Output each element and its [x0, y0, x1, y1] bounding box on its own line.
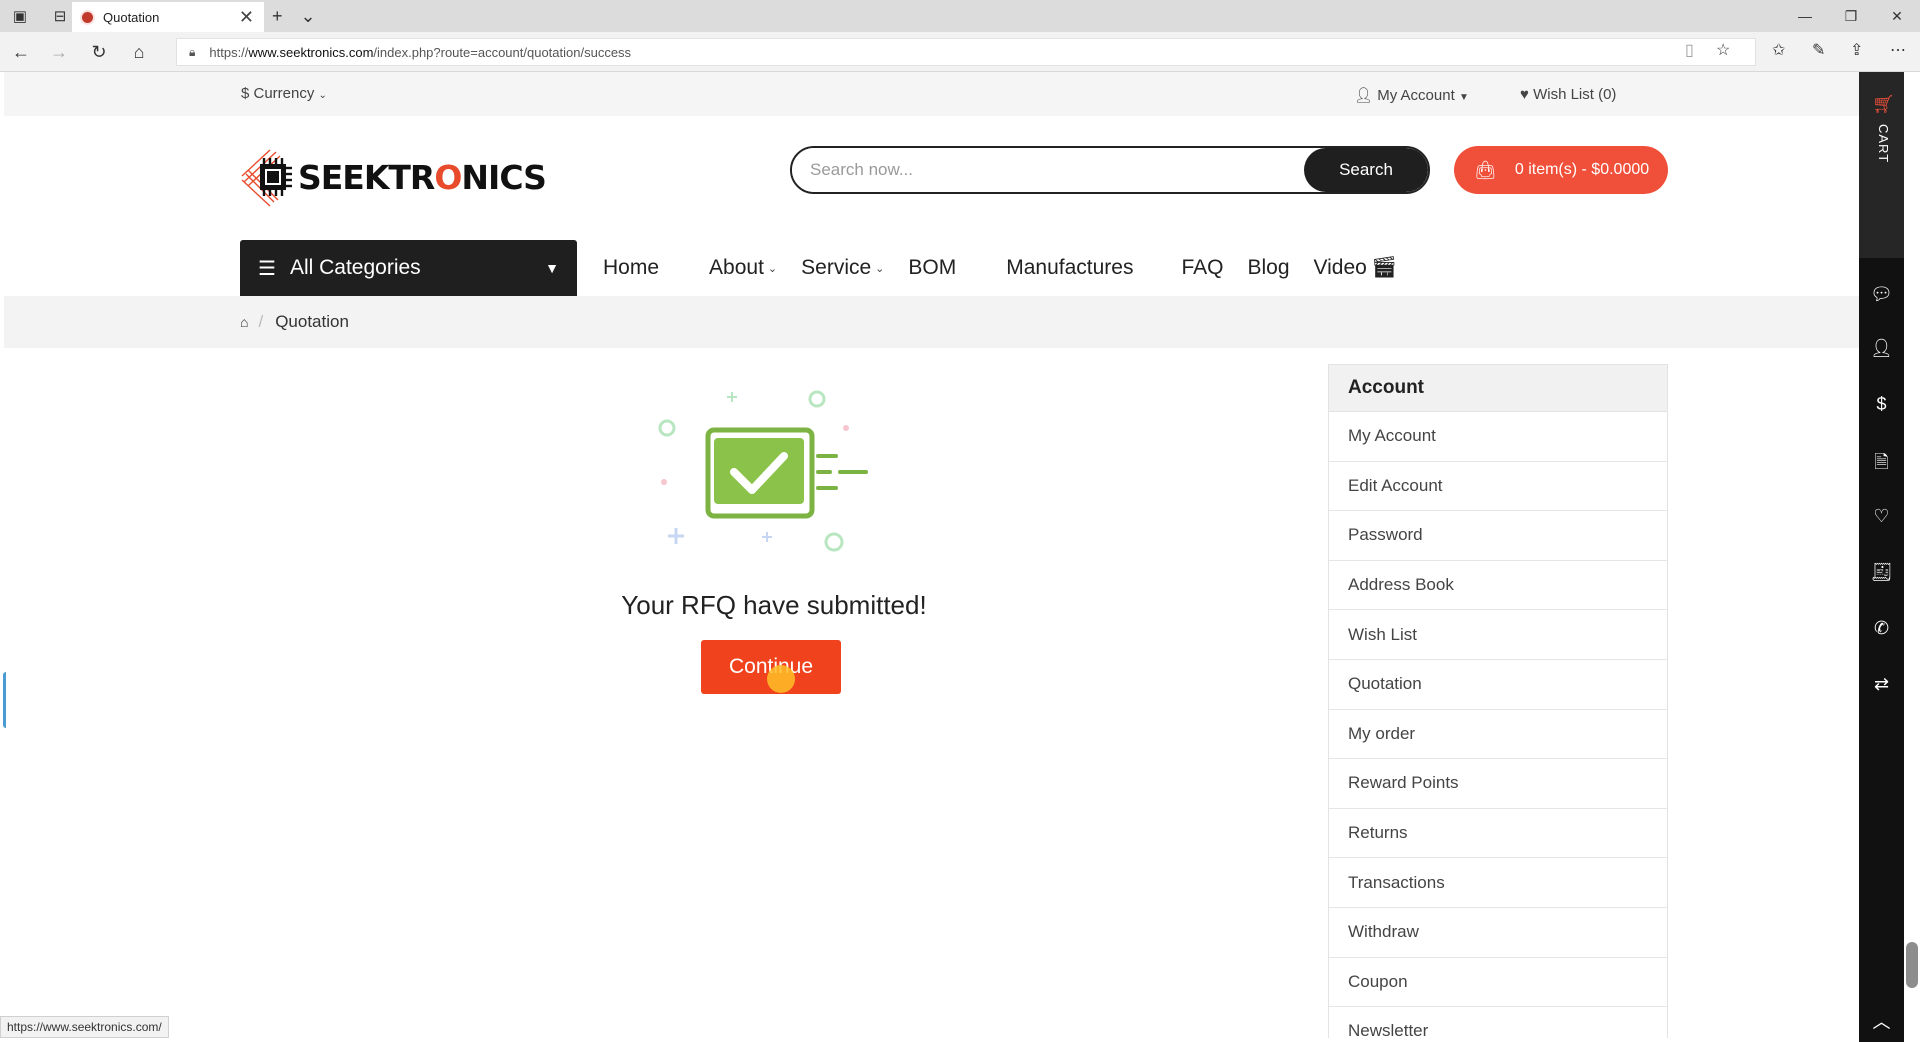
lock-icon: 🔒︎: [189, 44, 196, 59]
more-icon[interactable]: ⋯: [1890, 40, 1906, 60]
notes-pen-icon[interactable]: ✎: [1812, 40, 1825, 60]
left-edge-indicator: [3, 672, 9, 728]
chat-icon[interactable]: 💬︎: [1859, 284, 1904, 305]
account-panel-title: Account: [1329, 365, 1667, 412]
nav-service[interactable]: Service ⌄: [801, 256, 884, 280]
heart-icon[interactable]: ♡: [1859, 506, 1904, 527]
favorites-list-icon[interactable]: ✩: [1772, 40, 1785, 60]
chip-logo-icon: [241, 149, 292, 207]
url-path: /index.php?route=account/quotation/succe…: [373, 44, 632, 60]
user-icon[interactable]: 👤︎: [1859, 338, 1904, 359]
favicon-icon: [82, 11, 93, 23]
account-link-newsletter[interactable]: Newsletter: [1329, 1007, 1667, 1038]
back-icon[interactable]: ←: [8, 40, 34, 64]
nav-manufactures[interactable]: Manufactures: [1006, 256, 1133, 280]
close-window-icon[interactable]: ✕: [1874, 0, 1920, 32]
sidebar-cart-label: CART: [1876, 124, 1891, 164]
address-bar-row: ← → ↻ ⌂ 🔒︎ https://www.seektronics.com/i…: [0, 32, 1920, 72]
account-link-returns[interactable]: Returns: [1329, 809, 1667, 859]
search-box: Search: [790, 146, 1430, 194]
account-link-quotation[interactable]: Quotation: [1329, 660, 1667, 710]
cart-button[interactable]: 👜︎ 0 item(s) - $0.0000: [1454, 146, 1668, 194]
account-panel: Account My Account Edit Account Password…: [1328, 364, 1668, 1038]
status-bar-url: https://www.seektronics.com/: [0, 1016, 169, 1038]
phone-icon[interactable]: ✆: [1859, 618, 1904, 639]
clapperboard-icon: 🎬︎: [1370, 256, 1398, 279]
url-field[interactable]: 🔒︎ https://www.seektronics.com/index.php…: [176, 38, 1756, 66]
invoice-icon[interactable]: 🧾︎: [1859, 562, 1904, 583]
minimize-icon[interactable]: —: [1782, 0, 1828, 32]
account-link-address-book[interactable]: Address Book: [1329, 561, 1667, 611]
scrollbar-thumb[interactable]: [1906, 942, 1918, 988]
nav-faq[interactable]: FAQ: [1181, 256, 1223, 280]
nav-home[interactable]: Home: [603, 256, 659, 280]
chevron-down-icon: ⌄: [767, 262, 778, 275]
document-icon[interactable]: 🗎: [1859, 450, 1904, 480]
breadcrumb-bar: ⌂ / Quotation: [4, 296, 1859, 348]
breadcrumb: ⌂ / Quotation: [240, 312, 349, 332]
success-envelope-icon: [658, 390, 868, 552]
wish-list-link[interactable]: ♥ Wish List (0): [1520, 86, 1616, 103]
nav-video[interactable]: Video 🎬︎: [1314, 256, 1398, 280]
dollar-icon[interactable]: $: [1859, 394, 1904, 415]
restore-icon[interactable]: ❐: [1828, 0, 1874, 32]
my-account-dropdown[interactable]: 👤︎ My Account ▼: [1354, 86, 1469, 104]
sidebar-cart[interactable]: 🛒︎ CART: [1859, 72, 1904, 258]
nav-blog[interactable]: Blog: [1247, 256, 1289, 280]
url-prefix: https://: [209, 44, 249, 60]
page-scrollbar[interactable]: [1904, 72, 1920, 1042]
browser-tab[interactable]: Quotation ✕: [72, 2, 264, 32]
scroll-top-icon[interactable]: ︿: [1859, 1008, 1904, 1034]
breadcrumb-current[interactable]: Quotation: [275, 312, 349, 332]
account-link-my-order[interactable]: My order: [1329, 710, 1667, 760]
refresh-icon[interactable]: ↻: [86, 40, 112, 64]
new-tab-icon[interactable]: +: [272, 6, 283, 27]
success-message: Your RFQ have submitted!: [621, 590, 927, 620]
account-link-wish-list[interactable]: Wish List: [1329, 610, 1667, 660]
search-input[interactable]: [792, 148, 1304, 192]
home-icon[interactable]: ⌂: [240, 314, 248, 330]
reading-view-icon[interactable]: ▯: [1685, 40, 1694, 60]
share-icon[interactable]: ⇪: [1850, 40, 1863, 60]
menu-lines-icon: ☰: [258, 257, 276, 280]
account-link-reward-points[interactable]: Reward Points: [1329, 759, 1667, 809]
compare-arrows-icon[interactable]: ⇄: [1859, 674, 1904, 695]
tab-list-chevron-icon[interactable]: ⌄: [301, 6, 316, 27]
chevron-down-icon: ⌄: [875, 262, 885, 275]
account-link-transactions[interactable]: Transactions: [1329, 858, 1667, 908]
breadcrumb-separator: /: [258, 312, 264, 331]
logo-text: SEEKTRONICS: [298, 157, 547, 197]
tab-actions-icon[interactable]: ▣: [0, 0, 40, 32]
cart-summary: 0 item(s) - $0.0000: [1514, 161, 1650, 178]
shopping-bag-icon: 👜︎: [1474, 159, 1497, 180]
heart-icon: ♥: [1520, 86, 1529, 103]
account-link-edit-account[interactable]: Edit Account: [1329, 462, 1667, 512]
search-button[interactable]: Search: [1304, 148, 1428, 192]
cart-icon: 🛒︎: [1872, 94, 1895, 114]
site-logo[interactable]: SEEKTRONICS: [240, 146, 547, 208]
account-link-my-account[interactable]: My Account: [1329, 412, 1667, 462]
page: $ Currency ⌄ 👤︎ My Account ▼ ♥ Wish List…: [4, 72, 1859, 1038]
right-sidebar: 🛒︎ CART 💬︎ 👤︎ $ 🗎 ♡ 🧾︎ ✆ ⇄ ︿: [1859, 72, 1904, 1042]
main-nav: ☰ All Categories ▼ Home About ⌄ Service ⌄ …: [240, 240, 1422, 296]
home-icon[interactable]: ⌂: [126, 40, 152, 64]
top-bar: $ Currency ⌄ 👤︎ My Account ▼ ♥ Wish List…: [4, 72, 1859, 116]
browser-tab-bar: ▣ ⊟ Quotation ✕ + ⌄ — ❐ ✕: [0, 0, 1920, 32]
chevron-down-icon: ▼: [545, 260, 559, 276]
account-link-withdraw[interactable]: Withdraw: [1329, 908, 1667, 958]
account-link-password[interactable]: Password: [1329, 511, 1667, 561]
all-categories-button[interactable]: ☰ All Categories ▼: [240, 240, 577, 296]
account-link-coupon[interactable]: Coupon: [1329, 958, 1667, 1008]
close-tab-icon[interactable]: ✕: [239, 7, 254, 28]
cursor-highlight: [767, 665, 795, 693]
url-host: www.seektronics.com: [248, 44, 374, 60]
nav-about[interactable]: About ⌄: [709, 256, 777, 280]
forward-icon[interactable]: →: [46, 40, 72, 64]
tab-title: Quotation: [103, 9, 160, 25]
user-icon: 👤︎: [1354, 87, 1374, 104]
currency-dropdown[interactable]: $ Currency ⌄: [241, 85, 327, 102]
favorite-star-icon[interactable]: ☆: [1716, 40, 1730, 60]
nav-bom[interactable]: BOM: [908, 256, 956, 280]
